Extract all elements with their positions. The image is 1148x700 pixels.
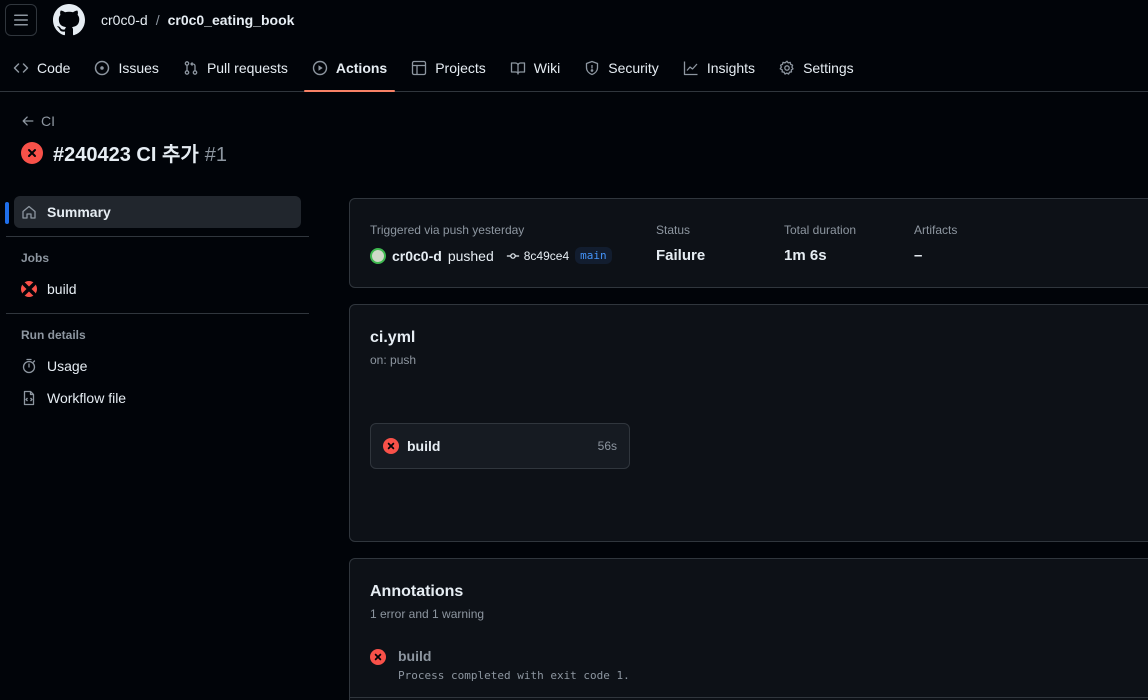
job-duration: 56s bbox=[597, 439, 617, 453]
stopwatch-icon bbox=[22, 358, 36, 374]
book-icon bbox=[510, 62, 525, 75]
job-name: build bbox=[407, 438, 441, 454]
app-header: cr0c0-d / cr0c0_eating_book Code Issues … bbox=[0, 0, 1148, 92]
workflow-file-name: ci.yml bbox=[370, 329, 416, 346]
file-code-icon bbox=[23, 390, 35, 406]
tab-security[interactable]: Security bbox=[576, 48, 667, 88]
artifacts-value: – bbox=[914, 247, 923, 264]
table-icon bbox=[412, 60, 427, 76]
owner-link[interactable]: cr0c0-d bbox=[101, 12, 148, 28]
tab-label: Wiki bbox=[533, 60, 561, 76]
trigger-info: Triggered via push yesterday cr0c0-d pus… bbox=[370, 223, 612, 264]
tab-label: Issues bbox=[118, 60, 159, 76]
tab-settings[interactable]: Settings bbox=[771, 48, 862, 88]
sidebar-divider bbox=[6, 313, 309, 314]
breadcrumb: cr0c0-d / cr0c0_eating_book bbox=[101, 12, 294, 28]
tab-projects[interactable]: Projects bbox=[403, 48, 494, 88]
annotation-divider bbox=[350, 697, 1148, 698]
home-icon bbox=[22, 205, 36, 219]
run-title: #240423 CI 추가 #1 bbox=[21, 138, 227, 167]
duration-label: Total duration bbox=[784, 223, 857, 237]
duration-info: Total duration 1m 6s bbox=[784, 223, 856, 264]
annotation-message: Process completed with exit code 1. bbox=[398, 669, 630, 682]
tab-wiki[interactable]: Wiki bbox=[502, 48, 568, 88]
sidebar-divider bbox=[6, 236, 309, 237]
trigger-label: Triggered via push yesterday bbox=[370, 223, 525, 237]
run-title-text: #240423 CI 추가 bbox=[53, 144, 199, 166]
x-circle-icon bbox=[383, 438, 399, 454]
commit-link[interactable]: 8c49ce4 bbox=[506, 249, 569, 263]
tab-label: Settings bbox=[803, 60, 854, 76]
back-to-workflow-link[interactable]: CI bbox=[21, 113, 55, 129]
annotations-title: Annotations bbox=[370, 583, 464, 600]
run-sidebar: Summary Jobs build Run details Usage Wor… bbox=[0, 196, 310, 414]
tab-label: Code bbox=[37, 60, 71, 76]
annotations-subtitle: 1 error and 1 warning bbox=[370, 607, 485, 621]
github-logo-icon[interactable] bbox=[53, 4, 85, 36]
code-icon bbox=[13, 63, 29, 73]
sidebar-item-workflow-file[interactable]: Workflow file bbox=[14, 382, 301, 414]
action-text: pushed bbox=[447, 247, 494, 264]
sidebar-item-job-build[interactable]: build bbox=[14, 273, 301, 305]
git-pull-request-icon bbox=[184, 61, 198, 75]
shield-icon bbox=[586, 60, 599, 76]
workflow-graph-card: ci.yml on: push build 56s bbox=[349, 304, 1148, 542]
artifacts-label: Artifacts bbox=[914, 223, 958, 237]
tab-code[interactable]: Code bbox=[5, 48, 78, 88]
status-info: Status Failure bbox=[656, 223, 705, 264]
repo-nav: Code Issues Pull requests Actions Projec… bbox=[0, 48, 870, 92]
tab-insights[interactable]: Insights bbox=[675, 48, 763, 88]
x-circle-icon bbox=[370, 649, 386, 665]
graph-icon bbox=[683, 61, 698, 76]
sidebar-item-label: Usage bbox=[47, 358, 88, 374]
tab-issues[interactable]: Issues bbox=[86, 48, 166, 88]
branch-badge[interactable]: main bbox=[575, 247, 612, 264]
gear-icon bbox=[779, 60, 794, 75]
arrow-left-icon bbox=[22, 116, 34, 126]
breadcrumb-separator: / bbox=[155, 12, 160, 28]
repo-link[interactable]: cr0c0_eating_book bbox=[168, 12, 295, 28]
tab-label: Projects bbox=[435, 60, 486, 76]
sidebar-item-summary[interactable]: Summary bbox=[5, 196, 301, 228]
jobs-heading: Jobs bbox=[21, 251, 50, 265]
git-commit-icon bbox=[506, 252, 519, 259]
annotation-item[interactable]: build Process completed with exit code 1… bbox=[370, 648, 630, 682]
commit-sha: 8c49ce4 bbox=[523, 248, 570, 263]
job-card-build[interactable]: build 56s bbox=[370, 423, 630, 469]
annotations-card: Annotations 1 error and 1 warning build … bbox=[349, 558, 1148, 700]
run-summary-card: Triggered via push yesterday cr0c0-d pus… bbox=[349, 198, 1148, 288]
sidebar-item-usage[interactable]: Usage bbox=[14, 350, 301, 382]
status-label: Status bbox=[656, 223, 691, 237]
tab-label: Security bbox=[608, 60, 659, 76]
artifacts-info: Artifacts – bbox=[914, 223, 957, 264]
status-value: Failure bbox=[656, 247, 706, 264]
tab-pull-requests[interactable]: Pull requests bbox=[175, 48, 296, 88]
sidebar-item-label: build bbox=[47, 281, 77, 297]
actor-link[interactable]: cr0c0-d bbox=[392, 248, 442, 264]
x-circle-icon bbox=[21, 141, 43, 164]
issue-opened-icon bbox=[95, 60, 110, 76]
play-icon bbox=[312, 60, 328, 76]
annotation-job[interactable]: build bbox=[398, 648, 630, 664]
tab-label: Actions bbox=[335, 60, 388, 76]
menu-button[interactable] bbox=[5, 4, 37, 36]
workflow-trigger: on: push bbox=[370, 353, 417, 367]
sidebar-item-label: Workflow file bbox=[47, 390, 127, 406]
avatar[interactable] bbox=[370, 247, 386, 264]
duration-value: 1m 6s bbox=[784, 247, 827, 264]
run-number: #1 bbox=[204, 144, 228, 166]
tab-label: Pull requests bbox=[206, 60, 288, 76]
hamburger-icon bbox=[14, 14, 28, 26]
x-circle-icon bbox=[21, 281, 37, 297]
sidebar-item-label: Summary bbox=[47, 204, 111, 220]
tab-label: Insights bbox=[706, 60, 756, 76]
tab-actions[interactable]: Actions bbox=[303, 48, 396, 92]
run-details-heading: Run details bbox=[21, 328, 86, 342]
back-link-label: CI bbox=[41, 113, 55, 129]
